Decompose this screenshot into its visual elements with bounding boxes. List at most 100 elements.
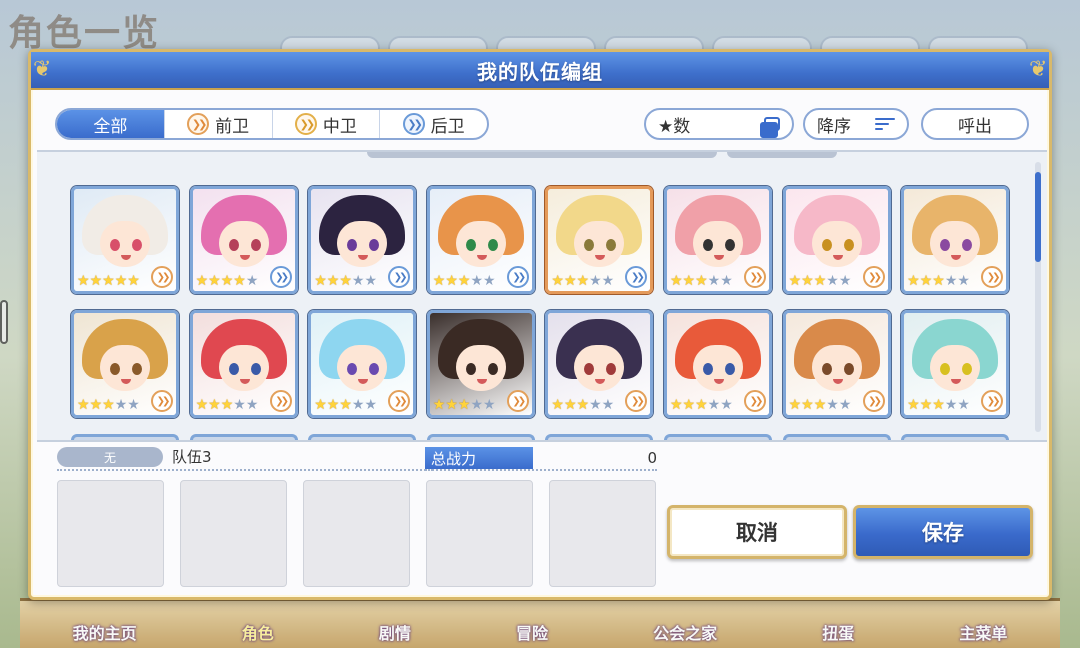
- portrait-eye: [702, 239, 713, 251]
- nav-item-main-menu: 主菜单: [959, 624, 1008, 643]
- star-icon: ★: [576, 273, 590, 289]
- character-card[interactable]: ★ ★ ★ ★ ★ ❯❯: [189, 186, 298, 294]
- team-slot[interactable]: [57, 480, 164, 587]
- front-role-icon: ❯❯: [862, 266, 885, 288]
- nav-item-gacha: 扭蛋: [822, 624, 855, 643]
- character-card[interactable]: ★ ★ ★ ★ ★ ❯❯: [71, 186, 179, 294]
- character-card[interactable]: ★ ★ ★ ★ ★ ❯❯: [308, 310, 417, 418]
- portrait-eye: [132, 363, 142, 375]
- star-icon: ★: [589, 273, 602, 289]
- background-side-handle: [0, 300, 8, 344]
- star-icon: ★: [907, 397, 920, 413]
- star-icon: ★: [483, 397, 496, 413]
- sort-order-button[interactable]: 降序: [803, 108, 909, 140]
- team-slot[interactable]: [303, 480, 410, 587]
- character-card[interactable]: ★ ★ ★ ★ ★ ❯❯: [782, 186, 891, 294]
- total-power-value: 0: [647, 449, 657, 467]
- star-icon: ★: [483, 273, 496, 289]
- portrait-face: [930, 221, 981, 267]
- star-icon: ★: [457, 273, 471, 289]
- star-icon: ★: [801, 273, 814, 289]
- star-icon: ★: [563, 273, 577, 289]
- star-icon: ★: [127, 273, 140, 289]
- team-slot[interactable]: [180, 480, 287, 587]
- sort-descending-icon: [875, 118, 895, 130]
- portrait-eye: [132, 239, 142, 251]
- star-icon: ★: [89, 397, 103, 413]
- nav-item-guild-house: 公会之家: [653, 624, 718, 643]
- front-role-icon: ❯❯: [506, 390, 529, 412]
- star-icon: ★: [314, 273, 327, 289]
- star-icon: ★: [339, 397, 352, 413]
- tab-label: 中卫: [322, 116, 357, 137]
- party-edit-dialog: ❦ 我的队伍编组 ❦ 全部 ❯❯ 前卫 ❯❯ 中卫 ❯❯ 后卫 ★数 降序 呼出: [28, 49, 1052, 600]
- call-out-button[interactable]: 呼出: [921, 108, 1029, 140]
- star-icon: ★: [364, 273, 377, 289]
- star-rating: ★ ★ ★ ★ ★: [433, 397, 496, 413]
- tab-middle[interactable]: ❯❯ 中卫: [273, 110, 381, 138]
- portrait-eye: [110, 363, 120, 375]
- character-card[interactable]: ★ ★ ★ ★ ★ ❯❯: [545, 186, 654, 294]
- character-card[interactable]: ★ ★ ★ ★ ★ ❯❯: [308, 186, 417, 294]
- save-button[interactable]: 保存: [853, 505, 1033, 559]
- portrait-eye: [724, 363, 735, 375]
- portrait-face: [100, 345, 150, 391]
- dialog-header: ❦ 我的队伍编组 ❦: [31, 52, 1049, 90]
- star-icon: ★: [788, 397, 802, 413]
- character-card[interactable]: ★ ★ ★ ★ ★ ❯❯: [663, 310, 772, 418]
- portrait-face: [811, 221, 862, 267]
- team-name[interactable]: 队伍3: [172, 446, 212, 467]
- star-icon: ★: [944, 273, 958, 289]
- star-icon: ★: [788, 273, 802, 289]
- star-icon: ★: [114, 397, 128, 413]
- character-card[interactable]: ★ ★ ★ ★ ★ ❯❯: [782, 310, 891, 418]
- character-card[interactable]: ★ ★ ★ ★ ★ ❯❯: [71, 310, 179, 418]
- portrait-face: [574, 221, 625, 267]
- sort-key-button[interactable]: ★数: [644, 108, 794, 140]
- scrollbar-thumb[interactable]: [1035, 172, 1041, 262]
- call-out-label: 呼出: [958, 116, 992, 137]
- portrait-eye: [821, 363, 832, 375]
- star-icon: ★: [919, 273, 933, 289]
- character-card[interactable]: ★ ★ ★ ★ ★ ❯❯: [426, 186, 535, 294]
- star-rating: ★ ★ ★ ★ ★: [314, 273, 377, 289]
- nav-item-adventure: 冒险: [515, 624, 548, 643]
- star-icon: ★: [563, 397, 577, 413]
- star-rating: ★ ★ ★ ★ ★: [551, 273, 614, 289]
- character-card[interactable]: ★ ★ ★ ★ ★ ❯❯: [426, 310, 535, 418]
- star-icon: ★: [838, 273, 852, 289]
- star-icon: ★: [233, 273, 246, 289]
- tab-back[interactable]: ❯❯ 后卫: [380, 110, 487, 138]
- character-card[interactable]: ★ ★ ★ ★ ★ ❯❯: [663, 186, 772, 294]
- star-rating: ★ ★ ★ ★ ★: [551, 397, 614, 413]
- portrait-eye: [250, 239, 261, 251]
- tab-all[interactable]: 全部: [57, 110, 165, 138]
- star-icon: ★: [707, 397, 721, 413]
- team-slots: [57, 480, 656, 587]
- star-icon: ★: [364, 397, 377, 413]
- character-grid: ★ ★ ★ ★ ★ ❯❯ ★ ★ ★ ★ ★ ❯❯ ★ ★ ★ ★ ★ ❯❯ ★ ★ ★ ★ ★ ❯❯ ★ ★ ★ ★ ★ ❯❯ ★ ★ ★ ★ ★…: [71, 186, 1010, 418]
- nav-item-story: 剧情: [378, 624, 411, 643]
- character-card[interactable]: ★ ★ ★ ★ ★ ❯❯: [901, 310, 1010, 418]
- character-card[interactable]: ★ ★ ★ ★ ★ ❯❯: [545, 310, 654, 418]
- team-slot[interactable]: [549, 480, 656, 587]
- front-role-icon: ❯❯: [151, 390, 173, 412]
- portrait-eye: [465, 239, 476, 251]
- character-card[interactable]: ★ ★ ★ ★ ★ ❯❯: [901, 186, 1010, 294]
- star-icon: ★: [245, 397, 259, 413]
- star-icon: ★: [932, 273, 945, 289]
- star-icon: ★: [707, 273, 721, 289]
- portrait-face: [218, 221, 269, 267]
- star-icon: ★: [720, 397, 733, 413]
- star-rating: ★ ★ ★ ★ ★: [789, 397, 852, 413]
- character-list[interactable]: ★ ★ ★ ★ ★ ❯❯ ★ ★ ★ ★ ★ ❯❯ ★ ★ ★ ★ ★ ❯❯ ★ ★ ★ ★ ★ ❯❯ ★ ★ ★ ★ ★ ❯❯ ★ ★ ★ ★ ★…: [37, 150, 1047, 442]
- team-slot[interactable]: [426, 480, 533, 587]
- portrait-eye: [110, 239, 120, 251]
- back-role-icon: ❯❯: [506, 266, 529, 288]
- tab-front[interactable]: ❯❯ 前卫: [165, 110, 273, 138]
- character-card[interactable]: ★ ★ ★ ★ ★ ❯❯: [189, 310, 298, 418]
- star-icon: ★: [669, 397, 683, 413]
- star-icon: ★: [551, 397, 564, 413]
- next-row-preview: [71, 434, 1010, 440]
- cancel-button[interactable]: 取消: [667, 505, 847, 559]
